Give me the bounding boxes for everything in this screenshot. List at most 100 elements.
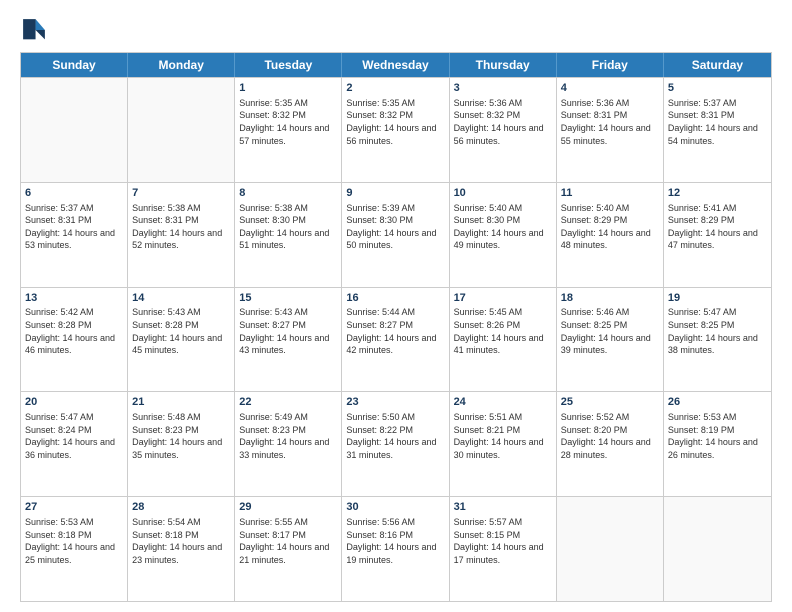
calendar-row: 20Sunrise: 5:47 AMSunset: 8:24 PMDayligh… — [21, 391, 771, 496]
day-number: 18 — [561, 291, 659, 306]
day-number: 11 — [561, 186, 659, 201]
day-number: 15 — [239, 291, 337, 306]
calendar-cell — [557, 497, 664, 601]
cell-text: Sunrise: 5:52 AMSunset: 8:20 PMDaylight:… — [561, 411, 659, 461]
day-number: 5 — [668, 81, 767, 96]
cell-text: Sunrise: 5:37 AMSunset: 8:31 PMDaylight:… — [668, 97, 767, 147]
day-number: 28 — [132, 500, 230, 515]
day-number: 4 — [561, 81, 659, 96]
weekday-header: Monday — [128, 53, 235, 77]
cell-text: Sunrise: 5:41 AMSunset: 8:29 PMDaylight:… — [668, 202, 767, 252]
calendar-cell: 6Sunrise: 5:37 AMSunset: 8:31 PMDaylight… — [21, 183, 128, 287]
day-number: 7 — [132, 186, 230, 201]
day-number: 13 — [25, 291, 123, 306]
logo-icon — [20, 16, 48, 44]
calendar-cell: 17Sunrise: 5:45 AMSunset: 8:26 PMDayligh… — [450, 288, 557, 392]
weekday-header: Tuesday — [235, 53, 342, 77]
calendar-cell: 2Sunrise: 5:35 AMSunset: 8:32 PMDaylight… — [342, 78, 449, 182]
day-number: 30 — [346, 500, 444, 515]
calendar-cell: 26Sunrise: 5:53 AMSunset: 8:19 PMDayligh… — [664, 392, 771, 496]
day-number: 12 — [668, 186, 767, 201]
calendar-cell: 12Sunrise: 5:41 AMSunset: 8:29 PMDayligh… — [664, 183, 771, 287]
day-number: 16 — [346, 291, 444, 306]
calendar-cell: 27Sunrise: 5:53 AMSunset: 8:18 PMDayligh… — [21, 497, 128, 601]
cell-text: Sunrise: 5:42 AMSunset: 8:28 PMDaylight:… — [25, 306, 123, 356]
calendar-cell: 15Sunrise: 5:43 AMSunset: 8:27 PMDayligh… — [235, 288, 342, 392]
cell-text: Sunrise: 5:36 AMSunset: 8:31 PMDaylight:… — [561, 97, 659, 147]
weekday-header: Saturday — [664, 53, 771, 77]
header — [20, 16, 772, 44]
calendar-cell: 11Sunrise: 5:40 AMSunset: 8:29 PMDayligh… — [557, 183, 664, 287]
calendar-cell — [664, 497, 771, 601]
cell-text: Sunrise: 5:47 AMSunset: 8:25 PMDaylight:… — [668, 306, 767, 356]
cell-text: Sunrise: 5:37 AMSunset: 8:31 PMDaylight:… — [25, 202, 123, 252]
calendar-cell: 1Sunrise: 5:35 AMSunset: 8:32 PMDaylight… — [235, 78, 342, 182]
cell-text: Sunrise: 5:56 AMSunset: 8:16 PMDaylight:… — [346, 516, 444, 566]
weekday-header: Sunday — [21, 53, 128, 77]
weekday-header: Thursday — [450, 53, 557, 77]
calendar-cell: 25Sunrise: 5:52 AMSunset: 8:20 PMDayligh… — [557, 392, 664, 496]
calendar-cell — [128, 78, 235, 182]
day-number: 23 — [346, 395, 444, 410]
cell-text: Sunrise: 5:49 AMSunset: 8:23 PMDaylight:… — [239, 411, 337, 461]
cell-text: Sunrise: 5:40 AMSunset: 8:29 PMDaylight:… — [561, 202, 659, 252]
cell-text: Sunrise: 5:47 AMSunset: 8:24 PMDaylight:… — [25, 411, 123, 461]
day-number: 14 — [132, 291, 230, 306]
day-number: 8 — [239, 186, 337, 201]
calendar-cell: 21Sunrise: 5:48 AMSunset: 8:23 PMDayligh… — [128, 392, 235, 496]
logo — [20, 16, 52, 44]
calendar-cell: 9Sunrise: 5:39 AMSunset: 8:30 PMDaylight… — [342, 183, 449, 287]
day-number: 19 — [668, 291, 767, 306]
cell-text: Sunrise: 5:35 AMSunset: 8:32 PMDaylight:… — [239, 97, 337, 147]
cell-text: Sunrise: 5:45 AMSunset: 8:26 PMDaylight:… — [454, 306, 552, 356]
day-number: 17 — [454, 291, 552, 306]
day-number: 3 — [454, 81, 552, 96]
day-number: 27 — [25, 500, 123, 515]
calendar: SundayMondayTuesdayWednesdayThursdayFrid… — [20, 52, 772, 602]
weekday-header: Wednesday — [342, 53, 449, 77]
cell-text: Sunrise: 5:53 AMSunset: 8:19 PMDaylight:… — [668, 411, 767, 461]
cell-text: Sunrise: 5:43 AMSunset: 8:27 PMDaylight:… — [239, 306, 337, 356]
cell-text: Sunrise: 5:51 AMSunset: 8:21 PMDaylight:… — [454, 411, 552, 461]
calendar-cell: 30Sunrise: 5:56 AMSunset: 8:16 PMDayligh… — [342, 497, 449, 601]
day-number: 31 — [454, 500, 552, 515]
cell-text: Sunrise: 5:44 AMSunset: 8:27 PMDaylight:… — [346, 306, 444, 356]
day-number: 9 — [346, 186, 444, 201]
cell-text: Sunrise: 5:46 AMSunset: 8:25 PMDaylight:… — [561, 306, 659, 356]
calendar-header: SundayMondayTuesdayWednesdayThursdayFrid… — [21, 53, 771, 77]
day-number: 26 — [668, 395, 767, 410]
calendar-cell: 13Sunrise: 5:42 AMSunset: 8:28 PMDayligh… — [21, 288, 128, 392]
calendar-row: 1Sunrise: 5:35 AMSunset: 8:32 PMDaylight… — [21, 77, 771, 182]
calendar-cell: 3Sunrise: 5:36 AMSunset: 8:32 PMDaylight… — [450, 78, 557, 182]
cell-text: Sunrise: 5:48 AMSunset: 8:23 PMDaylight:… — [132, 411, 230, 461]
day-number: 29 — [239, 500, 337, 515]
cell-text: Sunrise: 5:36 AMSunset: 8:32 PMDaylight:… — [454, 97, 552, 147]
cell-text: Sunrise: 5:53 AMSunset: 8:18 PMDaylight:… — [25, 516, 123, 566]
calendar-cell: 19Sunrise: 5:47 AMSunset: 8:25 PMDayligh… — [664, 288, 771, 392]
day-number: 2 — [346, 81, 444, 96]
calendar-cell: 8Sunrise: 5:38 AMSunset: 8:30 PMDaylight… — [235, 183, 342, 287]
calendar-cell: 10Sunrise: 5:40 AMSunset: 8:30 PMDayligh… — [450, 183, 557, 287]
cell-text: Sunrise: 5:57 AMSunset: 8:15 PMDaylight:… — [454, 516, 552, 566]
calendar-row: 27Sunrise: 5:53 AMSunset: 8:18 PMDayligh… — [21, 496, 771, 601]
calendar-cell: 16Sunrise: 5:44 AMSunset: 8:27 PMDayligh… — [342, 288, 449, 392]
calendar-cell: 24Sunrise: 5:51 AMSunset: 8:21 PMDayligh… — [450, 392, 557, 496]
day-number: 22 — [239, 395, 337, 410]
calendar-cell: 18Sunrise: 5:46 AMSunset: 8:25 PMDayligh… — [557, 288, 664, 392]
cell-text: Sunrise: 5:38 AMSunset: 8:31 PMDaylight:… — [132, 202, 230, 252]
day-number: 6 — [25, 186, 123, 201]
day-number: 21 — [132, 395, 230, 410]
cell-text: Sunrise: 5:54 AMSunset: 8:18 PMDaylight:… — [132, 516, 230, 566]
calendar-cell: 29Sunrise: 5:55 AMSunset: 8:17 PMDayligh… — [235, 497, 342, 601]
calendar-cell: 31Sunrise: 5:57 AMSunset: 8:15 PMDayligh… — [450, 497, 557, 601]
calendar-cell: 7Sunrise: 5:38 AMSunset: 8:31 PMDaylight… — [128, 183, 235, 287]
calendar-cell: 5Sunrise: 5:37 AMSunset: 8:31 PMDaylight… — [664, 78, 771, 182]
calendar-row: 6Sunrise: 5:37 AMSunset: 8:31 PMDaylight… — [21, 182, 771, 287]
day-number: 10 — [454, 186, 552, 201]
calendar-row: 13Sunrise: 5:42 AMSunset: 8:28 PMDayligh… — [21, 287, 771, 392]
calendar-cell: 4Sunrise: 5:36 AMSunset: 8:31 PMDaylight… — [557, 78, 664, 182]
cell-text: Sunrise: 5:50 AMSunset: 8:22 PMDaylight:… — [346, 411, 444, 461]
calendar-cell: 14Sunrise: 5:43 AMSunset: 8:28 PMDayligh… — [128, 288, 235, 392]
cell-text: Sunrise: 5:35 AMSunset: 8:32 PMDaylight:… — [346, 97, 444, 147]
page: SundayMondayTuesdayWednesdayThursdayFrid… — [0, 0, 792, 612]
